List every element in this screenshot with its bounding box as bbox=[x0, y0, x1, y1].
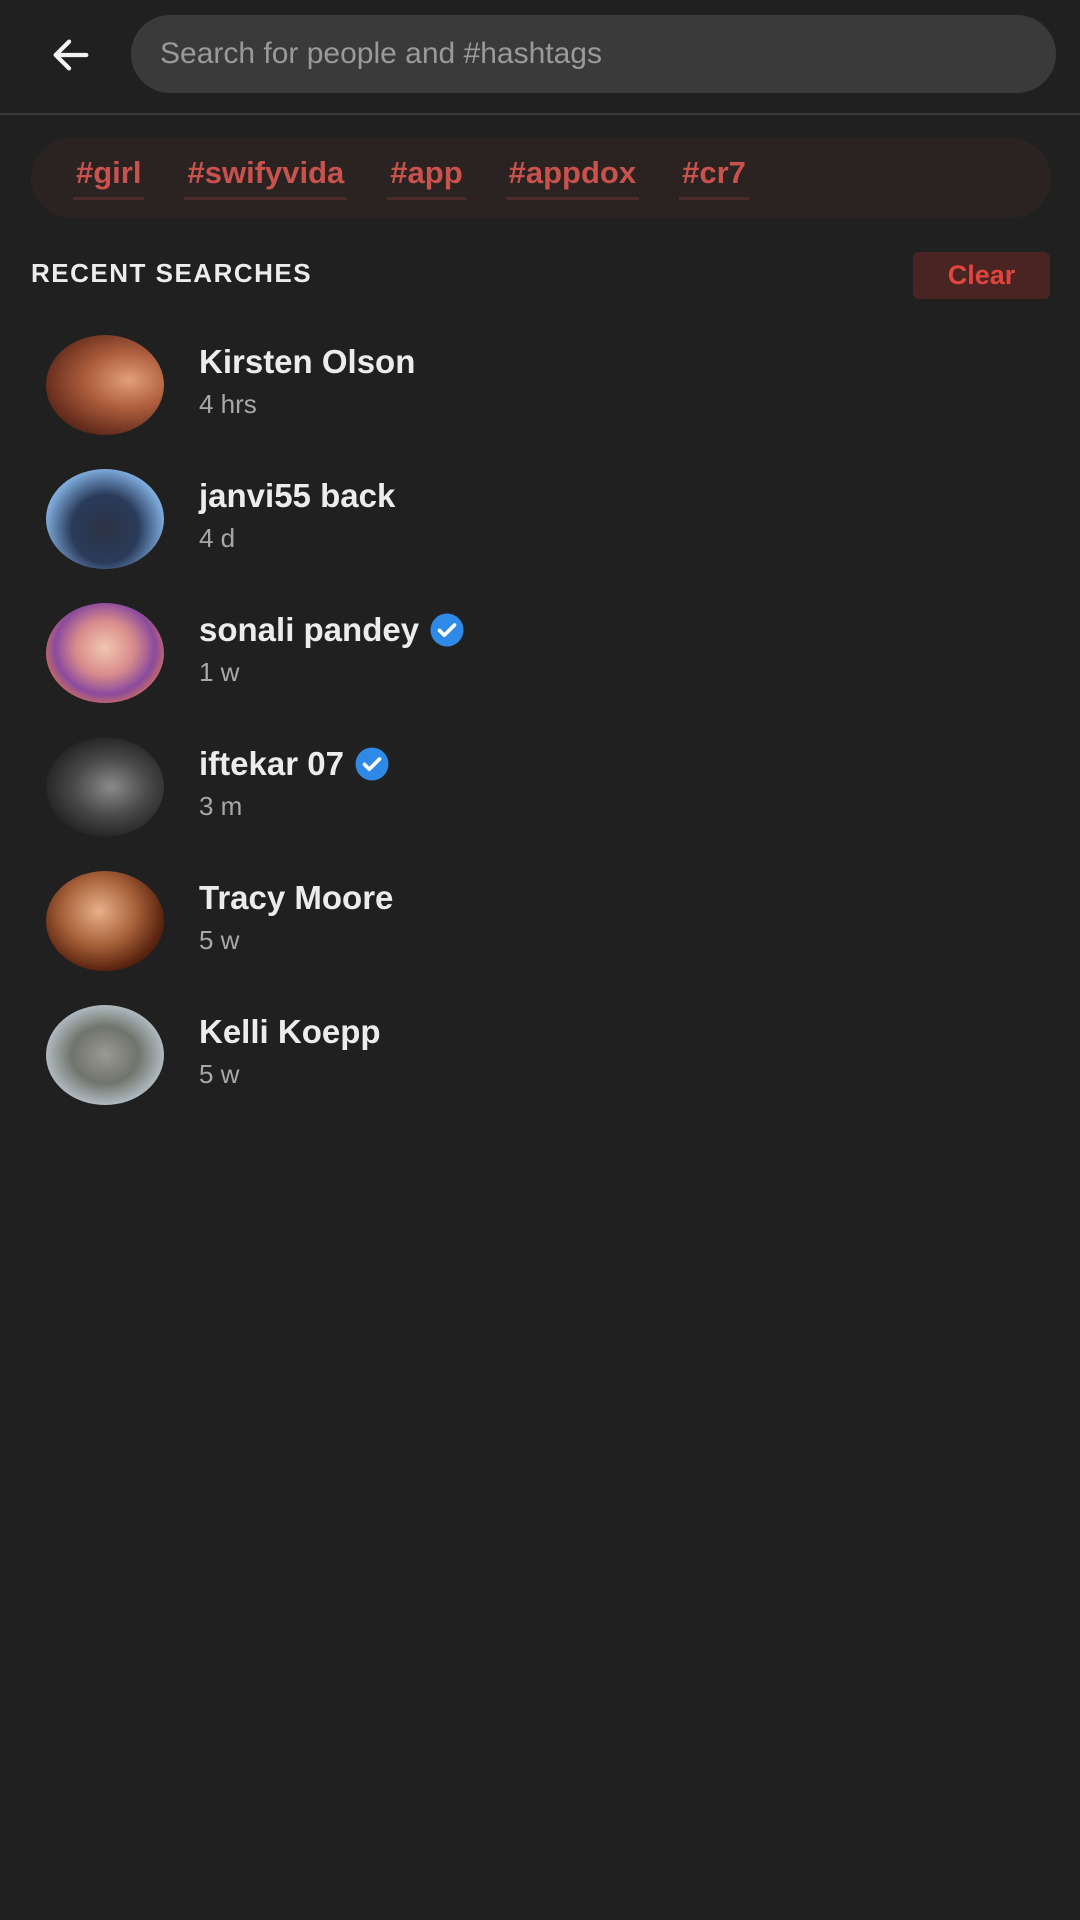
recent-searches-heading: RECENT SEARCHES bbox=[31, 258, 313, 288]
top-bar bbox=[0, 0, 1080, 115]
user-name: iftekar 07 bbox=[199, 745, 344, 782]
avatar bbox=[46, 737, 164, 837]
recent-item[interactable]: iftekar 07 3 m bbox=[0, 727, 1080, 861]
search-time: 5 w bbox=[199, 1059, 240, 1089]
user-name: Kelli Koepp bbox=[199, 1013, 381, 1050]
user-name: janvi55 back bbox=[199, 477, 396, 514]
hashtag-chip[interactable]: #cr7 bbox=[679, 156, 749, 200]
name-row: Tracy Moore bbox=[199, 877, 393, 919]
avatar bbox=[46, 1005, 164, 1105]
search-time: 4 hrs bbox=[199, 389, 257, 419]
clear-button[interactable]: Clear bbox=[913, 252, 1050, 299]
hashtag-chip[interactable]: #swifyvida bbox=[184, 156, 348, 200]
name-row: iftekar 07 bbox=[199, 743, 390, 785]
avatar bbox=[46, 871, 164, 971]
search-input[interactable] bbox=[158, 36, 1056, 72]
recent-item[interactable]: Kelli Koepp 5 w bbox=[0, 995, 1080, 1129]
recent-item[interactable]: Kirsten Olson 4 hrs bbox=[0, 325, 1080, 459]
user-name: Tracy Moore bbox=[199, 879, 394, 916]
hashtag-chip[interactable]: #app bbox=[387, 156, 466, 200]
user-name: Kirsten Olson bbox=[199, 343, 416, 380]
search-time: 3 m bbox=[199, 791, 243, 821]
user-name: sonali pandey bbox=[199, 611, 420, 648]
back-button[interactable] bbox=[38, 22, 104, 88]
hashtag-chip[interactable]: #appdox bbox=[505, 156, 640, 200]
search-time: 5 w bbox=[199, 925, 240, 955]
avatar bbox=[46, 469, 164, 569]
arrow-left-icon bbox=[53, 39, 89, 71]
recent-item[interactable]: janvi55 back 4 d bbox=[0, 459, 1080, 593]
recent-item[interactable]: Tracy Moore 5 w bbox=[0, 861, 1080, 995]
search-bar[interactable] bbox=[131, 15, 1056, 93]
recent-searches-list: Kirsten Olson 4 hrs janvi55 back 4 d son… bbox=[0, 325, 1080, 1129]
avatar bbox=[46, 335, 164, 435]
name-row: Kirsten Olson bbox=[199, 341, 415, 383]
search-time: 4 d bbox=[199, 523, 236, 553]
hashtag-chip[interactable]: #girl bbox=[73, 156, 145, 200]
search-time: 1 w bbox=[199, 657, 240, 687]
verified-badge-icon bbox=[430, 613, 464, 647]
recent-item[interactable]: sonali pandey 1 w bbox=[0, 593, 1080, 727]
name-row: Kelli Koepp bbox=[199, 1011, 381, 1053]
avatar bbox=[46, 603, 164, 703]
trending-hashtags: #girl #swifyvida #app #appdox #cr7 bbox=[31, 138, 1051, 218]
name-row: sonali pandey bbox=[199, 609, 465, 651]
name-row: janvi55 back bbox=[199, 475, 395, 517]
verified-badge-icon bbox=[355, 747, 389, 781]
